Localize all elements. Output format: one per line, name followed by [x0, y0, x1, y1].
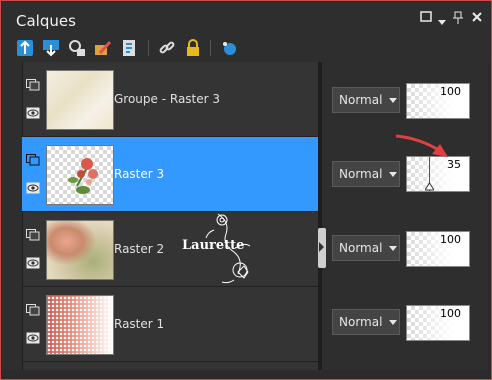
watermark-text: Laurette [182, 238, 245, 253]
panel-titlebar: Calques [2, 2, 490, 36]
menu-dropdown-icon[interactable] [438, 15, 446, 30]
layer-name: Groupe - Raster 3 [114, 92, 221, 106]
layer-row[interactable]: Raster 3 [22, 137, 318, 212]
layers-toolbar [2, 36, 490, 62]
visibility-group-icon[interactable] [26, 76, 40, 91]
layer-row[interactable]: Raster 2 [22, 212, 318, 287]
opacity-value: 100 [440, 85, 461, 98]
blend-mode-value: Normal [339, 241, 383, 255]
panel-title: Calques [16, 12, 76, 30]
eye-icon[interactable] [26, 104, 40, 119]
opacity-value: 100 [440, 307, 461, 320]
layer-name: Raster 3 [114, 167, 165, 181]
lock-icon[interactable] [184, 39, 202, 57]
merge-down-icon[interactable] [42, 39, 60, 57]
new-raster-layer-icon[interactable] [16, 39, 34, 57]
layer-row[interactable]: Groupe - Raster 3 [22, 62, 318, 137]
layer-name: Raster 1 [114, 317, 165, 331]
chevron-down-icon [389, 98, 397, 103]
opacity-slider[interactable]: 100 [406, 231, 470, 267]
delete-layer-icon[interactable] [220, 39, 238, 57]
blend-mode-value: Normal [339, 93, 383, 107]
mask-icon[interactable] [68, 39, 86, 57]
layer-thumbnail [46, 220, 114, 280]
roses-thumbnail-art [68, 158, 98, 194]
layer-thumbnail [46, 295, 114, 355]
opacity-value: 100 [440, 233, 461, 246]
chevron-down-icon [389, 320, 397, 325]
layer-thumbnail [46, 70, 114, 130]
layer-name: Raster 2 [114, 242, 165, 256]
blend-mode-value: Normal [339, 167, 383, 181]
chevron-down-icon [389, 172, 397, 177]
pin-icon[interactable] [453, 11, 463, 28]
blend-mode-select[interactable]: Normal [332, 87, 400, 113]
visibility-group-icon[interactable] [26, 226, 40, 241]
annotation-arrow-icon [395, 134, 448, 157]
chevron-right-icon [319, 242, 324, 252]
maximize-icon[interactable] [420, 11, 432, 27]
layers-gutter [2, 62, 22, 370]
eye-icon[interactable] [26, 254, 40, 269]
edit-icon[interactable] [94, 39, 112, 57]
opacity-slider[interactable]: 100 [406, 83, 470, 119]
layer-thumbnail [46, 145, 114, 205]
toolbar-separator [148, 40, 149, 56]
blend-mode-select[interactable]: Normal [332, 235, 400, 261]
visibility-group-icon[interactable] [26, 151, 40, 166]
blend-mode-select[interactable]: Normal [332, 161, 400, 187]
visibility-group-icon[interactable] [26, 301, 40, 316]
close-icon[interactable] [472, 11, 482, 26]
properties-icon[interactable] [120, 39, 138, 57]
eye-icon[interactable] [26, 179, 40, 194]
blend-mode-select[interactable]: Normal [332, 309, 400, 335]
layer-row[interactable]: Raster 1 [22, 287, 318, 362]
link-icon[interactable] [158, 39, 176, 57]
eye-icon[interactable] [26, 329, 40, 344]
blend-mode-value: Normal [339, 315, 383, 329]
toolbar-separator [210, 40, 211, 56]
opacity-slider[interactable]: 100 [406, 305, 470, 341]
opacity-slider-handle-icon[interactable] [425, 183, 434, 191]
chevron-down-icon [389, 246, 397, 251]
